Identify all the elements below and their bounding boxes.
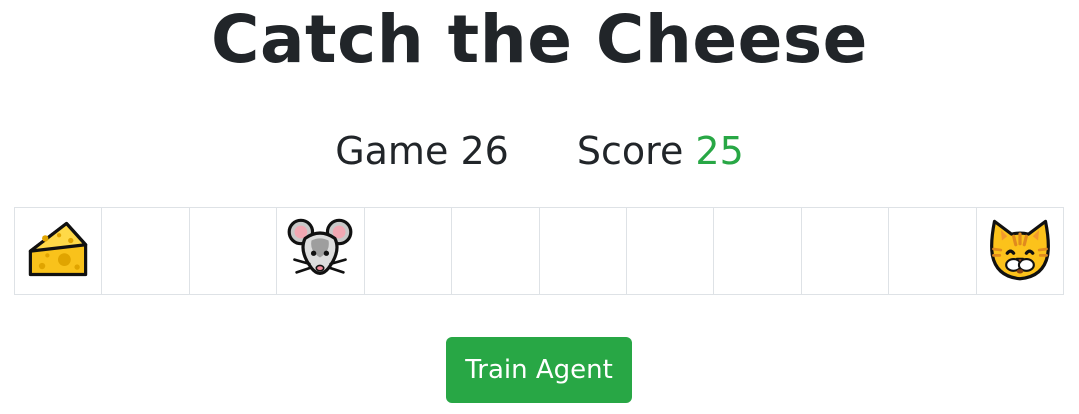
board-cell — [365, 208, 453, 294]
board-cell — [714, 208, 802, 294]
game-board — [14, 207, 1064, 295]
score-counter: Score 25 — [577, 124, 744, 178]
board-cell — [190, 208, 278, 294]
board-cell — [977, 208, 1063, 294]
board-cell — [889, 208, 977, 294]
board-cell — [452, 208, 540, 294]
board-cell — [277, 208, 365, 294]
board-cell — [627, 208, 715, 294]
cat-icon — [986, 215, 1054, 287]
cheese-icon — [24, 215, 92, 287]
mouse-icon — [286, 215, 354, 287]
game-label: Game — [335, 129, 449, 173]
board-cell — [102, 208, 190, 294]
game-value: 26 — [460, 129, 509, 173]
board-cell — [802, 208, 890, 294]
score-value: 25 — [695, 129, 744, 173]
game-counter: Game 26 — [335, 124, 509, 178]
stats-bar: Game 26 Score 25 — [0, 124, 1079, 178]
board-cell — [15, 208, 103, 294]
score-label: Score — [576, 129, 684, 173]
board-cell — [540, 208, 627, 294]
train-agent-button[interactable]: Train Agent — [446, 337, 632, 403]
game-title: Catch the Cheese — [211, 1, 868, 78]
